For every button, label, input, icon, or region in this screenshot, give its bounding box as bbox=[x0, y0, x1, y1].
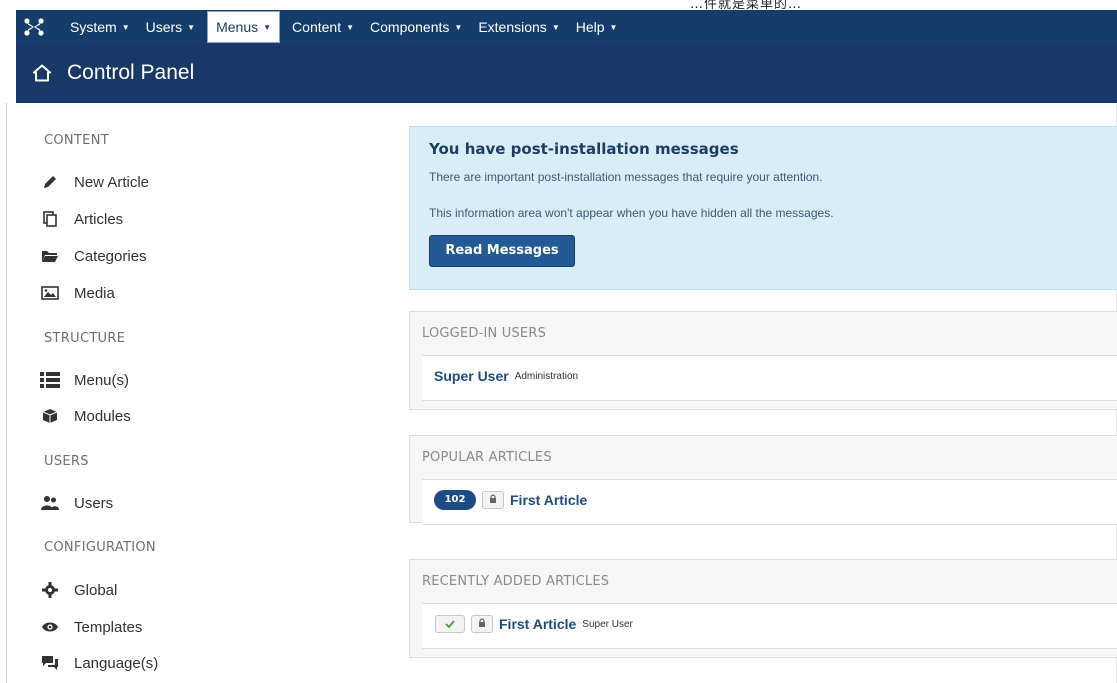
hits-badge: 102 bbox=[434, 490, 476, 510]
cube-icon bbox=[40, 408, 60, 424]
lock-icon[interactable] bbox=[482, 491, 504, 509]
caret-down-icon: ▼ bbox=[121, 23, 130, 32]
sidebar-heading-configuration: CONFIGURATION bbox=[44, 540, 156, 555]
sidebar-item-articles[interactable]: Articles bbox=[40, 208, 123, 230]
popular-articles-panel: POPULAR ARTICLES 102 First Article bbox=[409, 435, 1117, 525]
caret-down-icon: ▼ bbox=[454, 23, 463, 32]
sidebar-item-label: Categories bbox=[74, 247, 147, 265]
list-item-content: Super User Administration bbox=[434, 368, 578, 384]
list-item: 102 First Article bbox=[422, 479, 1117, 525]
pencil-icon bbox=[40, 174, 60, 190]
users-icon bbox=[40, 495, 60, 511]
recent-articles-panel: RECENTLY ADDED ARTICLES First Article Su… bbox=[409, 559, 1117, 658]
list-item: First Article Super User bbox=[422, 603, 1117, 649]
caret-down-icon: ▼ bbox=[609, 23, 618, 32]
nav-extensions-label: Extensions bbox=[478, 19, 547, 35]
nav-users-label: Users bbox=[145, 19, 183, 35]
sidebar-item-label: Articles bbox=[74, 210, 124, 228]
sidebar-item-label: Templates bbox=[74, 618, 143, 636]
comments-icon bbox=[40, 655, 60, 671]
sidebar-item-templates[interactable]: Templates bbox=[40, 616, 142, 638]
nav-components-label: Components bbox=[370, 19, 450, 35]
sidebar-item-label: Global bbox=[74, 581, 118, 599]
sidebar-heading-content: CONTENT bbox=[44, 133, 109, 148]
top-navbar: System ▼ Users ▼ Menus ▼ Content ▼ Component… bbox=[16, 10, 1117, 44]
image-icon bbox=[40, 285, 60, 301]
sidebar-item-label: Modules bbox=[74, 407, 131, 425]
article-link[interactable]: First Article bbox=[499, 616, 576, 632]
alert-message: There are important post-installation me… bbox=[429, 170, 823, 184]
nav-menus-label: Menus bbox=[216, 19, 259, 35]
caret-down-icon: ▼ bbox=[346, 23, 355, 32]
sidebar-item-label: New Article bbox=[74, 173, 150, 191]
sidebar-item-menus[interactable]: Menu(s) bbox=[40, 369, 129, 391]
nav-system-label: System bbox=[70, 19, 117, 35]
folder-icon bbox=[40, 248, 60, 264]
sidebar-item-label: Users bbox=[74, 494, 114, 512]
nav-system[interactable]: System ▼ bbox=[62, 10, 138, 44]
alert-message: This information area won't appear when … bbox=[429, 206, 834, 220]
caret-down-icon: ▼ bbox=[551, 23, 560, 32]
copy-icon bbox=[40, 211, 60, 227]
sidebar-item-users[interactable]: Users bbox=[40, 492, 113, 514]
top-strip: …件就是菜单的… bbox=[0, 0, 1117, 12]
nav-menus[interactable]: Menus ▼ bbox=[207, 11, 281, 43]
list-icon bbox=[40, 372, 60, 388]
left-border bbox=[6, 103, 7, 683]
sidebar-item-categories[interactable]: Categories bbox=[40, 245, 147, 267]
sidebar-heading-users: USERS bbox=[44, 454, 89, 469]
eye-icon bbox=[40, 619, 60, 635]
alert-title: You have post-installation messages bbox=[429, 140, 739, 158]
postinstall-alert: You have post-installation messages Ther… bbox=[409, 126, 1117, 290]
joomla-logo-icon[interactable] bbox=[24, 18, 44, 36]
logged-in-users-panel: LOGGED-IN USERS Super User Administratio… bbox=[409, 311, 1117, 410]
sidebar-item-media[interactable]: Media bbox=[40, 282, 115, 304]
page-header: Control Panel bbox=[16, 44, 1117, 103]
nav-content[interactable]: Content ▼ bbox=[284, 10, 362, 44]
sidebar-item-label: Menu(s) bbox=[74, 371, 130, 389]
list-item-content: 102 First Article bbox=[434, 490, 587, 510]
page-title: Control Panel bbox=[67, 61, 195, 84]
nav-components[interactable]: Components ▼ bbox=[362, 10, 470, 44]
nav-help-label: Help bbox=[575, 19, 605, 35]
caret-down-icon: ▼ bbox=[187, 23, 196, 32]
sidebar-item-label: Media bbox=[74, 284, 115, 302]
sidebar-item-languages[interactable]: Language(s) bbox=[40, 652, 158, 674]
list-item: Super User Administration bbox=[422, 355, 1117, 401]
home-icon bbox=[33, 64, 51, 82]
sidebar: CONTENT New Article Articles Categories … bbox=[16, 103, 396, 683]
list-item-content: First Article Super User bbox=[434, 615, 633, 633]
gear-icon bbox=[40, 582, 60, 598]
published-check-icon[interactable] bbox=[435, 615, 465, 633]
nav-menu: System ▼ Users ▼ Menus ▼ Content ▼ Component… bbox=[62, 10, 625, 44]
panel-heading: LOGGED-IN USERS bbox=[422, 326, 547, 341]
sidebar-heading-structure: STRUCTURE bbox=[44, 331, 126, 346]
article-author: Super User bbox=[582, 618, 633, 630]
caret-down-icon: ▼ bbox=[263, 23, 272, 32]
lock-icon[interactable] bbox=[471, 615, 493, 633]
nav-extensions[interactable]: Extensions ▼ bbox=[470, 10, 567, 44]
user-location: Administration bbox=[514, 370, 579, 382]
sidebar-item-label: Language(s) bbox=[74, 654, 159, 672]
nav-help[interactable]: Help ▼ bbox=[568, 10, 626, 44]
panel-heading: RECENTLY ADDED ARTICLES bbox=[422, 574, 610, 589]
sidebar-item-modules[interactable]: Modules bbox=[40, 405, 131, 427]
read-messages-button[interactable]: Read Messages bbox=[429, 235, 575, 267]
panel-heading: POPULAR ARTICLES bbox=[422, 450, 552, 465]
nav-content-label: Content bbox=[292, 19, 342, 35]
user-link[interactable]: Super User bbox=[434, 368, 509, 384]
article-link[interactable]: First Article bbox=[510, 492, 587, 508]
sidebar-item-new-article[interactable]: New Article bbox=[40, 171, 149, 193]
sidebar-item-global[interactable]: Global bbox=[40, 579, 117, 601]
nav-users[interactable]: Users ▼ bbox=[138, 10, 203, 44]
